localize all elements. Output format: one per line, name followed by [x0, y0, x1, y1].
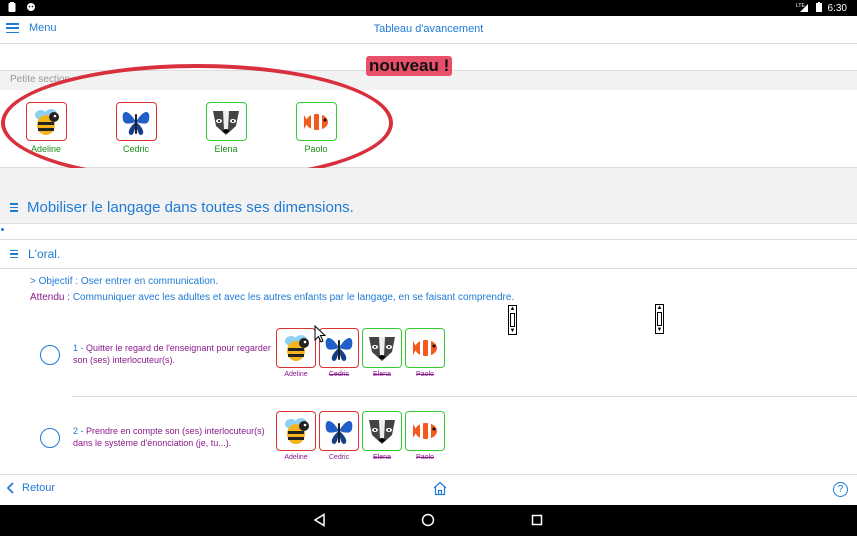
home-button[interactable]	[432, 481, 448, 501]
lte-signal-icon: LTE	[796, 2, 810, 15]
bee-icon	[285, 418, 309, 444]
criterion-kids: Adeline Cedric Elena Paolo	[276, 411, 445, 461]
item-kid[interactable]: Elena	[362, 328, 402, 378]
item-kid-name: Paolo	[416, 371, 434, 378]
criterion-desc: Quitter le regard de l'enseignant pour r…	[73, 343, 271, 365]
focus-dot	[1, 228, 4, 231]
butterfly-icon	[325, 421, 353, 444]
back-button[interactable]: Retour	[6, 482, 55, 494]
item-kid-name: Elena	[373, 371, 391, 378]
nav-back-button[interactable]	[313, 513, 327, 532]
square-recents-icon	[531, 514, 543, 526]
butterfly-icon	[325, 338, 353, 361]
item-kid[interactable]: Cedric	[319, 411, 359, 461]
bee-icon	[285, 335, 309, 361]
item-kid-name: Adeline	[284, 371, 308, 378]
item-kid-name: Elena	[373, 454, 391, 461]
item-kid[interactable]: Adeline	[276, 411, 316, 461]
nav-recents-button[interactable]	[530, 513, 544, 532]
item-kid[interactable]: Elena	[362, 411, 402, 461]
chevron-left-icon	[6, 482, 14, 494]
item-kid[interactable]: Paolo	[405, 328, 445, 378]
list-icon	[10, 203, 18, 212]
criterion-number: 1 -	[73, 343, 84, 353]
item-kid[interactable]: Paolo	[405, 411, 445, 461]
list-icon	[10, 249, 18, 259]
expected-body: Communiquer avec les adultes et avec les…	[72, 292, 515, 303]
kid-avatar	[362, 328, 402, 368]
expected-label: Attendu :	[30, 292, 71, 303]
annotation-label: nouveau !	[366, 56, 453, 76]
arrow-up-icon: ▲	[656, 305, 663, 311]
kid-avatar	[405, 411, 445, 451]
arrow-up-icon: ▲	[509, 306, 516, 312]
item-kid-name: Adeline	[284, 454, 308, 461]
expected-text: Attendu : Communiquer avec les adultes e…	[30, 292, 514, 303]
radio-button[interactable]	[40, 345, 60, 365]
item-kid-name: Cedric	[328, 371, 350, 378]
annotation-ellipse	[1, 64, 393, 182]
divider	[72, 396, 857, 397]
criterion-kids: Adeline Cedric Elena Paolo	[276, 328, 445, 378]
page-title: Tableau d'avancement	[373, 23, 484, 35]
item-kid[interactable]: Adeline	[276, 328, 316, 378]
kid-avatar	[319, 411, 359, 451]
android-debug-icon	[26, 2, 36, 15]
notification-icon	[8, 2, 16, 15]
clownfish-icon	[413, 423, 437, 439]
item-kid-name: Paolo	[416, 454, 434, 461]
domain-header[interactable]: Mobiliser le langage dans toutes ses dim…	[10, 199, 354, 216]
help-button[interactable]: ?	[833, 482, 848, 497]
kid-avatar	[362, 411, 402, 451]
clownfish-icon	[413, 340, 437, 356]
subdomain-rule	[0, 239, 857, 240]
battery-icon	[815, 2, 822, 15]
home-icon	[433, 481, 447, 496]
subdomain-header[interactable]: L'oral.	[10, 247, 60, 261]
kid-avatar	[276, 411, 316, 451]
system-nav-bar	[0, 505, 857, 536]
kid-avatar	[405, 328, 445, 368]
divider	[0, 268, 857, 269]
triangle-back-icon	[313, 513, 325, 527]
criterion-desc: Prendre en compte son (ses) interlocuteu…	[73, 426, 265, 448]
nav-home-button[interactable]	[421, 513, 435, 532]
back-label: Retour	[22, 482, 56, 494]
criterion-item-1: 1 - Quitter le regard de l'enseignant po…	[0, 327, 857, 397]
criterion-text: 1 - Quitter le regard de l'enseignant po…	[73, 342, 273, 366]
status-bar: LTE 6:30	[0, 0, 857, 16]
criterion-number: 2 -	[73, 426, 84, 436]
bottom-bar: Retour ?	[0, 474, 857, 505]
kid-avatar	[276, 328, 316, 368]
domain-title: Mobiliser le langage dans toutes ses dim…	[27, 199, 354, 216]
app-bar: Menu Tableau d'avancement	[0, 16, 857, 44]
item-kid-name: Cedric	[328, 454, 350, 461]
radio-button[interactable]	[40, 428, 60, 448]
subdomain-title: L'oral.	[28, 247, 61, 261]
badger-icon	[369, 420, 395, 444]
mouse-cursor-icon	[314, 324, 327, 348]
objective-text: > Objectif : Oser entrer en communicatio…	[30, 276, 219, 287]
badger-icon	[369, 337, 395, 361]
clock: 6:30	[827, 3, 847, 14]
criterion-item-2: 2 - Prendre en compte son (ses) interloc…	[0, 410, 857, 480]
circle-home-icon	[421, 513, 435, 527]
criterion-text: 2 - Prendre en compte son (ses) interloc…	[73, 425, 273, 449]
